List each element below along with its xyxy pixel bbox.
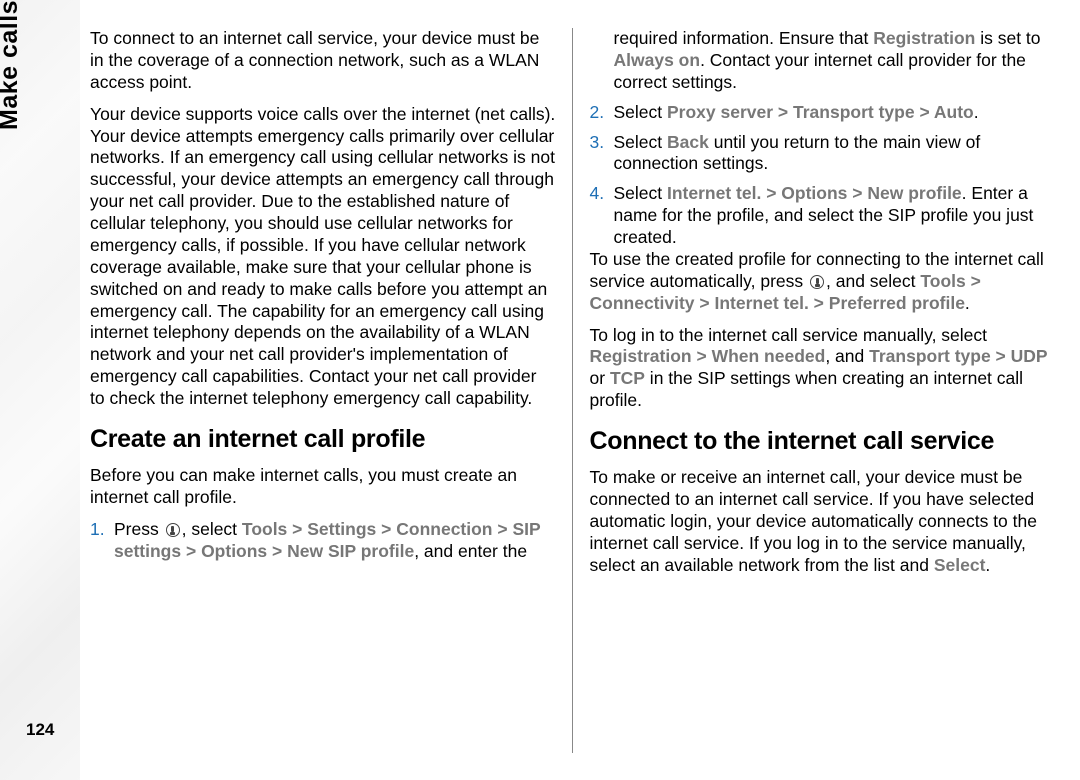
ui-tcp: TCP <box>610 368 645 388</box>
create-profile-lead: Before you can make internet calls, you … <box>90 465 556 509</box>
ui-internet-tel: Internet tel. <box>714 293 808 313</box>
step-4: 4. Select Internet tel. > Options > New … <box>590 183 1056 249</box>
ui-new-sip-profile: New SIP profile <box>287 541 414 561</box>
step-2: 2. Select Proxy server > Transport type … <box>590 102 1056 124</box>
ui-udp: UDP <box>1011 346 1048 366</box>
step-3: 3. Select Back until you return to the m… <box>590 132 1056 176</box>
heading-create-profile: Create an internet call profile <box>90 424 556 455</box>
step-number: 1. <box>90 519 105 541</box>
step-number: 3. <box>590 132 605 154</box>
ui-when-needed: When needed <box>712 346 826 366</box>
ui-options: Options <box>201 541 267 561</box>
ui-new-profile: New profile <box>867 183 961 203</box>
heading-connect-service: Connect to the internet call service <box>590 426 1056 457</box>
intro-paragraph-1: To connect to an internet call service, … <box>90 28 556 94</box>
ui-always-on: Always on <box>614 50 701 70</box>
home-key-icon <box>810 275 824 289</box>
ui-transport-type: Transport type <box>869 346 991 366</box>
ui-back: Back <box>667 132 709 152</box>
chapter-tab: Make calls <box>10 0 50 200</box>
auto-profile-paragraph: To use the created profile for connectin… <box>590 249 1056 315</box>
manual-login-paragraph: To log in to the internet call service m… <box>590 325 1056 413</box>
ui-registration: Registration <box>873 28 975 48</box>
ui-options: Options <box>781 183 847 203</box>
ui-tools: Tools <box>920 271 965 291</box>
ui-registration: Registration <box>590 346 692 366</box>
ui-preferred-profile: Preferred profile <box>829 293 965 313</box>
home-key-icon <box>166 523 180 537</box>
ui-transport-type: Transport type <box>793 102 915 122</box>
ui-connection: Connection <box>396 519 492 539</box>
connect-service-paragraph: To make or receive an internet call, you… <box>590 467 1056 576</box>
ui-tools: Tools <box>242 519 287 539</box>
page-number: 124 <box>26 720 54 740</box>
intro-paragraph-2: Your device supports voice calls over th… <box>90 104 556 410</box>
ui-connectivity: Connectivity <box>590 293 695 313</box>
step-number: 2. <box>590 102 605 124</box>
ui-settings: Settings <box>307 519 376 539</box>
step-number: 4. <box>590 183 605 205</box>
chapter-title: Make calls <box>0 90 24 130</box>
ui-proxy-server: Proxy server <box>667 102 773 122</box>
page-body: To connect to an internet call service, … <box>90 28 1055 753</box>
ui-internet-tel: Internet tel. <box>667 183 761 203</box>
ui-auto: Auto <box>934 102 974 122</box>
ui-select: Select <box>934 555 986 575</box>
